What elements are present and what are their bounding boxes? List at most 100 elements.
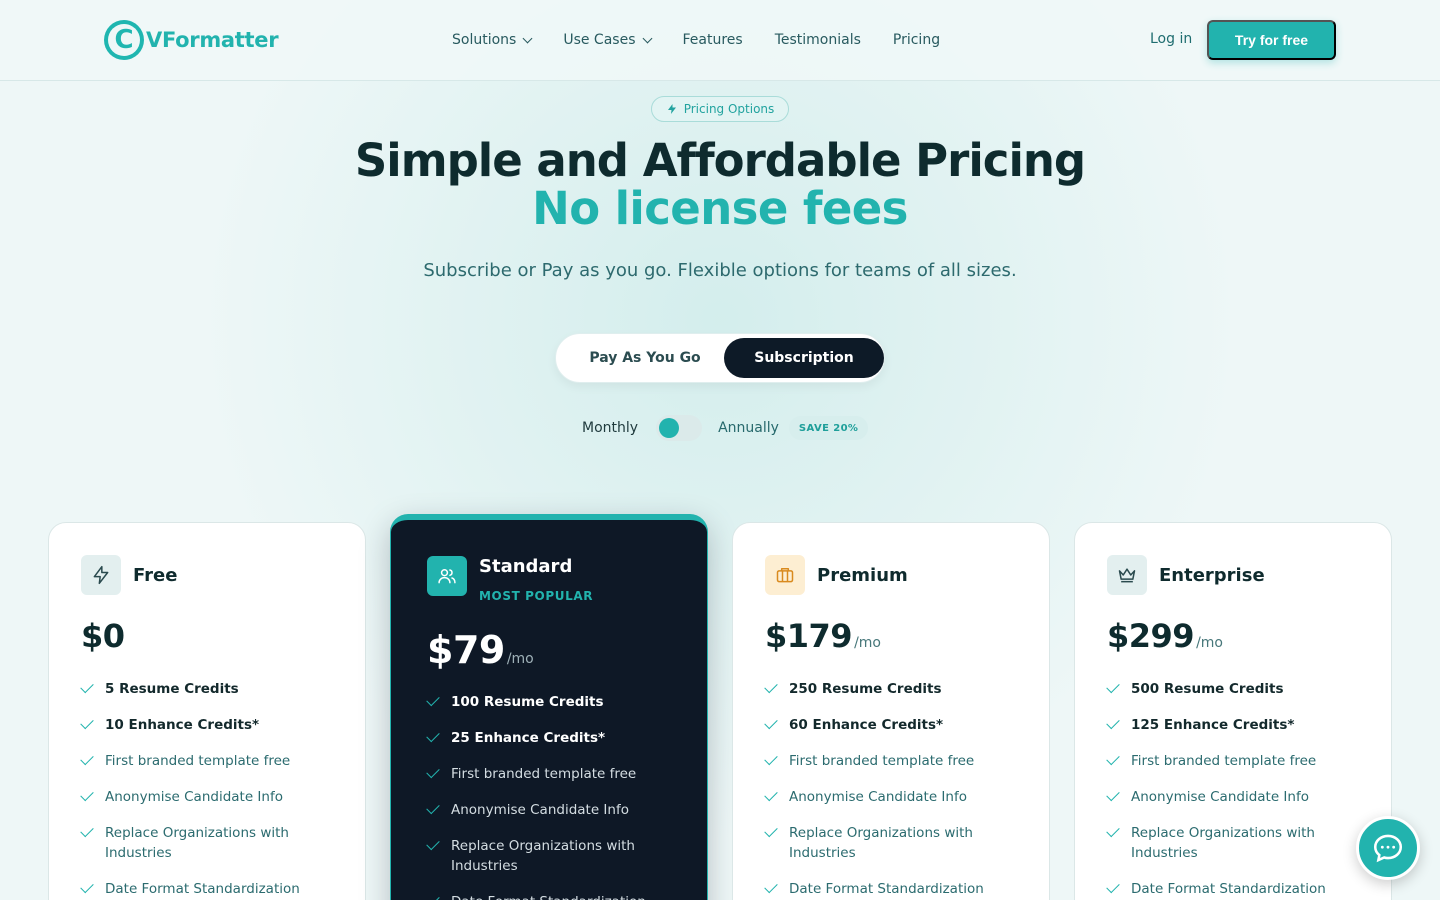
nav-features[interactable]: Features — [683, 30, 743, 50]
logo-mark-icon — [104, 20, 144, 60]
nav-label: Use Cases — [563, 32, 636, 48]
list-item: 60 Enhance Credits* — [764, 715, 1025, 735]
feature-text: Date Format Standardization — [1131, 881, 1326, 897]
feature-text: First branded template free — [1131, 753, 1317, 769]
check-icon — [764, 679, 778, 694]
feature-text: 250 Resume Credits — [789, 681, 942, 697]
price-value: $0 — [81, 617, 125, 655]
most-popular-label: MOST POPULAR — [479, 589, 594, 603]
nav-label: Pricing — [892, 32, 941, 48]
check-icon — [764, 715, 778, 730]
annually-label: Annually — [718, 420, 779, 436]
plan-price: $179/mo — [765, 617, 881, 655]
check-icon — [764, 879, 778, 894]
nav-use-cases[interactable]: Use Cases — [563, 30, 652, 50]
check-icon — [80, 751, 94, 766]
try-for-free-button[interactable]: Try for free — [1207, 20, 1336, 60]
check-icon — [764, 787, 778, 802]
login-link[interactable]: Log in — [1150, 31, 1192, 47]
plan-features: 500 Resume Credits 125 Enhance Credits* … — [1106, 679, 1367, 900]
feature-text: 125 Enhance Credits* — [1131, 717, 1295, 733]
pay-as-you-go-tab[interactable]: Pay As You Go — [564, 338, 726, 378]
chevron-down-icon — [642, 33, 652, 43]
list-item: Date Format Standardization — [80, 879, 341, 899]
list-item: Date Format Standardization — [426, 892, 687, 900]
check-icon — [80, 787, 94, 802]
check-icon — [426, 728, 440, 743]
save-badge: SAVE 20% — [788, 416, 869, 440]
plan-type-switch: Pay As You Go Subscription — [555, 333, 885, 383]
feature-text: Date Format Standardization — [451, 892, 646, 900]
monthly-label: Monthly — [582, 420, 639, 436]
price-value: $299 — [1107, 617, 1195, 655]
list-item: First branded template free — [426, 764, 687, 784]
pricing-options-badge: Pricing Options — [651, 96, 789, 122]
crown-icon — [1107, 555, 1147, 595]
chat-button[interactable] — [1356, 816, 1420, 880]
feature-text: First branded template free — [789, 753, 975, 769]
plan-card-premium: Premium $179/mo 250 Resume Credits 60 En… — [732, 522, 1050, 900]
list-item: 125 Enhance Credits* — [1106, 715, 1367, 735]
logo[interactable]: VFormatter — [104, 20, 279, 60]
feature-text: Replace Organizations with Industries — [451, 838, 635, 874]
list-item: Anonymise Candidate Info — [426, 800, 687, 820]
list-item: First branded template free — [764, 751, 1025, 771]
bolt-icon — [81, 555, 121, 595]
check-icon — [764, 823, 778, 838]
list-item: 100 Resume Credits — [426, 692, 687, 712]
list-item: 250 Resume Credits — [764, 679, 1025, 699]
plan-name: Standard — [479, 556, 573, 577]
list-item: 500 Resume Credits — [1106, 679, 1367, 699]
price-period: /mo — [854, 635, 881, 651]
list-item: Anonymise Candidate Info — [1106, 787, 1367, 807]
plan-price: $79/mo — [427, 628, 534, 672]
feature-text: Anonymise Candidate Info — [451, 802, 629, 818]
check-icon — [80, 823, 94, 838]
site-header: VFormatter Solutions Use Cases Features … — [0, 0, 1440, 81]
nav-testimonials[interactable]: Testimonials — [775, 30, 861, 50]
chat-icon — [1373, 834, 1403, 863]
nav-pricing[interactable]: Pricing — [893, 30, 940, 50]
plan-name: Enterprise — [1159, 565, 1265, 586]
check-icon — [426, 764, 440, 779]
plan-price: $299/mo — [1107, 617, 1223, 655]
feature-text: 60 Enhance Credits* — [789, 717, 944, 733]
logo-text: VFormatter — [146, 28, 279, 52]
check-icon — [764, 751, 778, 766]
page-subtitle: Subscribe or Pay as you go. Flexible opt… — [423, 260, 1017, 281]
feature-text: 5 Resume Credits — [105, 681, 239, 697]
check-icon — [1106, 787, 1120, 802]
list-item: First branded template free — [1106, 751, 1367, 771]
plan-name: Free — [133, 565, 178, 586]
plan-features: 250 Resume Credits 60 Enhance Credits* F… — [764, 679, 1025, 900]
check-icon — [426, 892, 440, 900]
badge-label: Pricing Options — [683, 102, 775, 116]
check-icon — [1106, 879, 1120, 894]
subscription-tab[interactable]: Subscription — [724, 338, 884, 378]
nav-label: Features — [682, 32, 743, 48]
feature-text: Replace Organizations with Industries — [105, 825, 289, 861]
users-icon — [427, 556, 467, 596]
bolt-icon — [667, 104, 676, 114]
list-item: Date Format Standardization — [1106, 879, 1367, 899]
check-icon — [80, 715, 94, 730]
check-icon — [426, 800, 440, 815]
feature-text: Replace Organizations with Industries — [1131, 825, 1315, 861]
feature-text: Replace Organizations with Industries — [789, 825, 973, 861]
list-item: First branded template free — [80, 751, 341, 771]
check-icon — [1106, 751, 1120, 766]
nav-solutions[interactable]: Solutions — [452, 30, 533, 50]
list-item: 10 Enhance Credits* — [80, 715, 341, 735]
billing-switch[interactable] — [656, 415, 703, 441]
plan-card-standard: Standard MOST POPULAR $79/mo 100 Resume … — [390, 514, 708, 900]
feature-text: Anonymise Candidate Info — [1131, 789, 1309, 805]
check-icon — [426, 836, 440, 851]
list-item: 5 Resume Credits — [80, 679, 341, 699]
check-icon — [1106, 823, 1120, 838]
list-item: Replace Organizations with Industries — [426, 836, 687, 876]
feature-text: First branded template free — [105, 753, 291, 769]
price-value: $79 — [427, 628, 505, 672]
main-nav: Solutions Use Cases Features Testimonial… — [452, 30, 940, 50]
plan-features: 5 Resume Credits 10 Enhance Credits* Fir… — [80, 679, 341, 900]
check-icon — [80, 679, 94, 694]
